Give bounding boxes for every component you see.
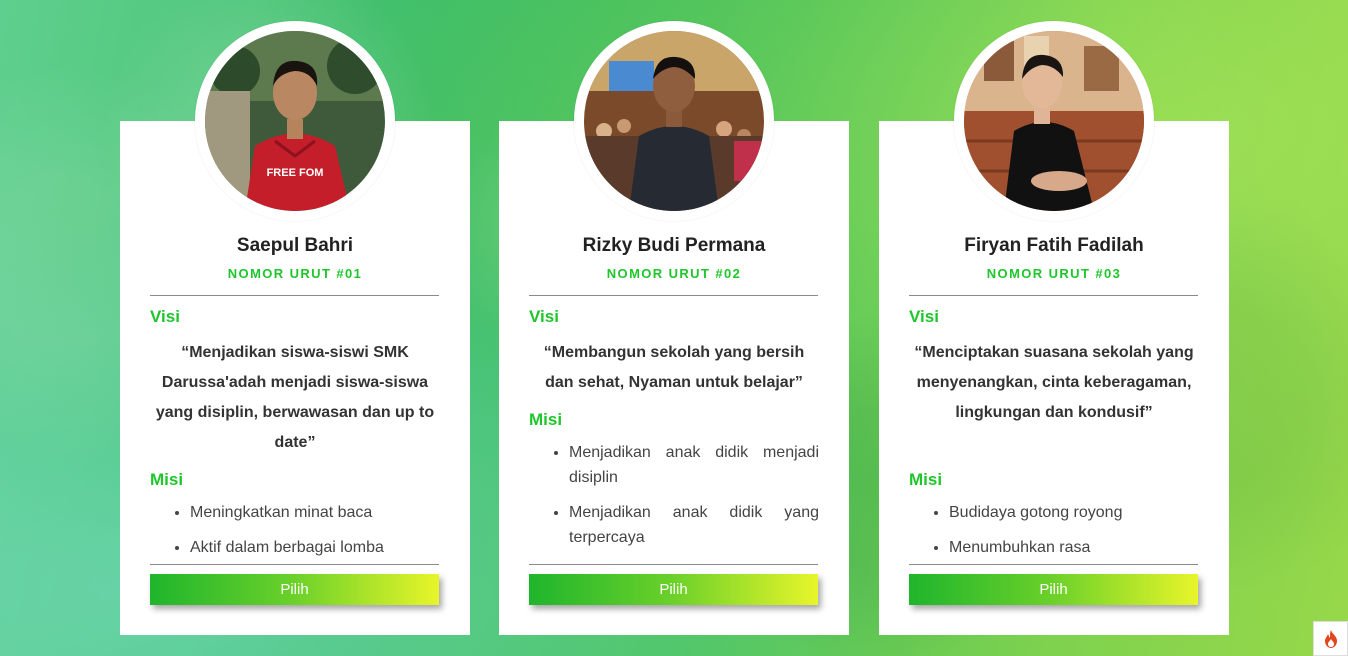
misi-label: Misi [150,470,184,489]
content-area: Visi “Menjadikan siswa-siswi SMK Darussa… [120,121,470,564]
content-area: Visi “Membangun sekolah yang bersih dan … [499,121,849,564]
misi-list: Menjadikan anak didik menjadi disiplin M… [529,440,819,560]
pilih-button[interactable]: Pilih [150,574,439,605]
divider [909,564,1198,565]
flame-badge-button[interactable] [1313,621,1348,656]
flame-icon [1324,629,1337,648]
pilih-button[interactable]: Pilih [529,574,818,605]
visi-label: Visi [150,307,180,326]
candidate-card-3: Firyan Fatih Fadilah NOMOR URUT #03 Visi… [879,21,1229,635]
pilih-button[interactable]: Pilih [909,574,1198,605]
misi-item: Budidaya gotong royong [949,500,1199,525]
misi-item: Menumbuhkan rasa [949,535,1199,560]
misi-label: Misi [529,410,563,429]
visi-label: Visi [529,307,559,326]
divider [529,564,818,565]
visi-text: “Menjadikan siswa-siswi SMK Darussa'adah… [155,344,435,451]
misi-label: Misi [909,470,943,489]
misi-list: Budidaya gotong royong Menumbuhkan rasa [909,500,1199,564]
misi-item: Aktif dalam berbagai lomba [190,535,440,560]
divider [150,564,439,565]
content-area: Visi “Menciptakan suasana sekolah yang m… [879,121,1229,564]
misi-item: Meningkatkan minat baca [190,500,440,525]
candidate-card-2: Rizky Budi Permana NOMOR URUT #02 Visi “… [499,21,849,635]
misi-item: Menjadikan anak didik yang terpercaya [569,500,819,550]
candidate-card-1: FREE FOM Saepul Bahri NOMOR URUT #01 Vis… [120,21,470,635]
misi-list: Meningkatkan minat baca Aktif dalam berb… [150,500,440,564]
visi-text: “Menciptakan suasana sekolah yang menyen… [914,344,1194,421]
visi-text: “Membangun sekolah yang bersih dan sehat… [543,344,805,391]
misi-item: Menjadikan anak didik menjadi disiplin [569,440,819,490]
visi-label: Visi [909,307,939,326]
